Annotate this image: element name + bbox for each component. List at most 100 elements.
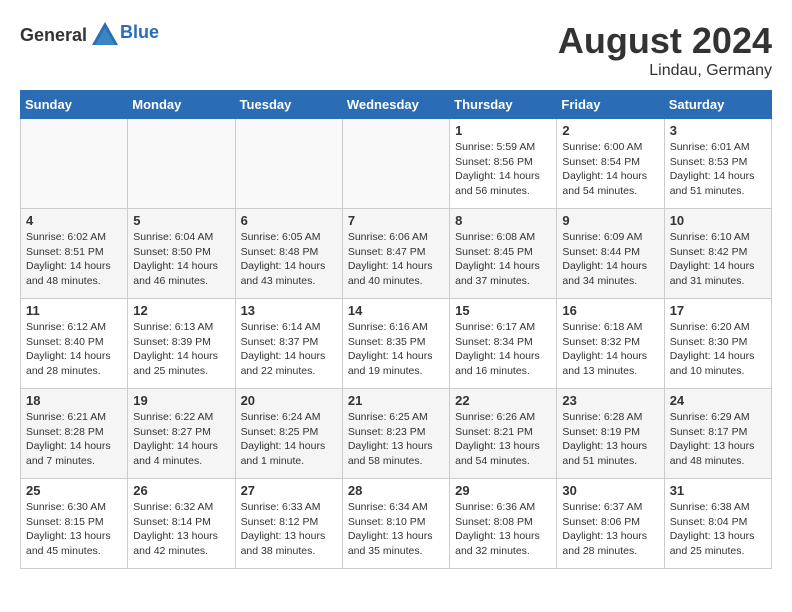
calendar-cell bbox=[235, 119, 342, 209]
day-info: Sunrise: 6:24 AM Sunset: 8:25 PM Dayligh… bbox=[241, 410, 337, 469]
calendar-cell: 28 Sunrise: 6:34 AM Sunset: 8:10 PM Dayli… bbox=[342, 479, 449, 569]
calendar-cell: 1Sunrise: 5:59 AM Sunset: 8:56 PM Daylig… bbox=[450, 119, 557, 209]
calendar-cell bbox=[128, 119, 235, 209]
day-number: 3 bbox=[670, 123, 766, 138]
day-number: 5 bbox=[133, 213, 229, 228]
day-number: 16 bbox=[562, 303, 658, 318]
calendar-cell: 2 Sunrise: 6:00 AM Sunset: 8:54 PM Daylig… bbox=[557, 119, 664, 209]
day-info: Sunrise: 6:29 AM Sunset: 8:17 PM Dayligh… bbox=[670, 410, 766, 469]
calendar-cell: 11 Sunrise: 6:12 AM Sunset: 8:40 PM Dayli… bbox=[21, 299, 128, 389]
day-info: Sunrise: 6:18 AM Sunset: 8:32 PM Dayligh… bbox=[562, 320, 658, 379]
day-info: Sunrise: 6:21 AM Sunset: 8:28 PM Dayligh… bbox=[26, 410, 122, 469]
day-number: 13 bbox=[241, 303, 337, 318]
day-number: 11 bbox=[26, 303, 122, 318]
calendar-cell: 22Sunrise: 6:26 AM Sunset: 8:21 PM Dayli… bbox=[450, 389, 557, 479]
calendar-cell: 23Sunrise: 6:28 AM Sunset: 8:19 PM Dayli… bbox=[557, 389, 664, 479]
logo-blue-text: Blue bbox=[120, 22, 159, 43]
day-info: Sunrise: 6:00 AM Sunset: 8:54 PM Dayligh… bbox=[562, 140, 658, 199]
weekday-header-tuesday: Tuesday bbox=[235, 91, 342, 119]
calendar-cell: 21Sunrise: 6:25 AM Sunset: 8:23 PM Dayli… bbox=[342, 389, 449, 479]
page-header: General Blue August 2024 Lindau, Germany bbox=[20, 20, 772, 80]
logo-general-text: General bbox=[20, 25, 87, 46]
day-number: 28 bbox=[348, 483, 444, 498]
calendar-cell: 20Sunrise: 6:24 AM Sunset: 8:25 PM Dayli… bbox=[235, 389, 342, 479]
calendar-cell: 25 Sunrise: 6:30 AM Sunset: 8:15 PM Dayli… bbox=[21, 479, 128, 569]
day-info: Sunrise: 6:13 AM Sunset: 8:39 PM Dayligh… bbox=[133, 320, 229, 379]
calendar-cell: 24 Sunrise: 6:29 AM Sunset: 8:17 PM Dayli… bbox=[664, 389, 771, 479]
calendar-cell: 29 Sunrise: 6:36 AM Sunset: 8:08 PM Dayli… bbox=[450, 479, 557, 569]
week-row-5: 25 Sunrise: 6:30 AM Sunset: 8:15 PM Dayli… bbox=[21, 479, 772, 569]
calendar-cell: 16 Sunrise: 6:18 AM Sunset: 8:32 PM Dayli… bbox=[557, 299, 664, 389]
week-row-4: 18Sunrise: 6:21 AM Sunset: 8:28 PM Dayli… bbox=[21, 389, 772, 479]
day-number: 9 bbox=[562, 213, 658, 228]
day-number: 19 bbox=[133, 393, 229, 408]
week-row-3: 11 Sunrise: 6:12 AM Sunset: 8:40 PM Dayli… bbox=[21, 299, 772, 389]
weekday-header-wednesday: Wednesday bbox=[342, 91, 449, 119]
day-number: 14 bbox=[348, 303, 444, 318]
logo-icon bbox=[90, 20, 120, 50]
day-number: 27 bbox=[241, 483, 337, 498]
day-info: Sunrise: 6:14 AM Sunset: 8:37 PM Dayligh… bbox=[241, 320, 337, 379]
day-info: Sunrise: 6:33 AM Sunset: 8:12 PM Dayligh… bbox=[241, 500, 337, 559]
day-info: Sunrise: 6:37 AM Sunset: 8:06 PM Dayligh… bbox=[562, 500, 658, 559]
day-number: 8 bbox=[455, 213, 551, 228]
calendar-cell: 8Sunrise: 6:08 AM Sunset: 8:45 PM Daylig… bbox=[450, 209, 557, 299]
calendar-cell bbox=[342, 119, 449, 209]
day-number: 23 bbox=[562, 393, 658, 408]
weekday-header-saturday: Saturday bbox=[664, 91, 771, 119]
day-number: 6 bbox=[241, 213, 337, 228]
calendar-cell: 18Sunrise: 6:21 AM Sunset: 8:28 PM Dayli… bbox=[21, 389, 128, 479]
calendar-cell: 31Sunrise: 6:38 AM Sunset: 8:04 PM Dayli… bbox=[664, 479, 771, 569]
calendar-cell: 17Sunrise: 6:20 AM Sunset: 8:30 PM Dayli… bbox=[664, 299, 771, 389]
day-number: 1 bbox=[455, 123, 551, 138]
calendar-cell: 12 Sunrise: 6:13 AM Sunset: 8:39 PM Dayli… bbox=[128, 299, 235, 389]
weekday-header-monday: Monday bbox=[128, 91, 235, 119]
day-info: Sunrise: 6:01 AM Sunset: 8:53 PM Dayligh… bbox=[670, 140, 766, 199]
day-info: Sunrise: 6:12 AM Sunset: 8:40 PM Dayligh… bbox=[26, 320, 122, 379]
day-info: Sunrise: 6:34 AM Sunset: 8:10 PM Dayligh… bbox=[348, 500, 444, 559]
day-number: 30 bbox=[562, 483, 658, 498]
day-number: 2 bbox=[562, 123, 658, 138]
day-info: Sunrise: 6:17 AM Sunset: 8:34 PM Dayligh… bbox=[455, 320, 551, 379]
calendar-cell: 4 Sunrise: 6:02 AM Sunset: 8:51 PM Daylig… bbox=[21, 209, 128, 299]
day-number: 24 bbox=[670, 393, 766, 408]
day-info: Sunrise: 6:36 AM Sunset: 8:08 PM Dayligh… bbox=[455, 500, 551, 559]
day-info: Sunrise: 6:16 AM Sunset: 8:35 PM Dayligh… bbox=[348, 320, 444, 379]
title-area: August 2024 Lindau, Germany bbox=[558, 20, 772, 80]
day-info: Sunrise: 6:10 AM Sunset: 8:42 PM Dayligh… bbox=[670, 230, 766, 289]
day-info: Sunrise: 6:09 AM Sunset: 8:44 PM Dayligh… bbox=[562, 230, 658, 289]
calendar-cell: 27 Sunrise: 6:33 AM Sunset: 8:12 PM Dayli… bbox=[235, 479, 342, 569]
day-number: 12 bbox=[133, 303, 229, 318]
month-title: August 2024 bbox=[558, 20, 772, 62]
weekday-header-friday: Friday bbox=[557, 91, 664, 119]
calendar-cell: 14 Sunrise: 6:16 AM Sunset: 8:35 PM Dayli… bbox=[342, 299, 449, 389]
day-number: 29 bbox=[455, 483, 551, 498]
calendar-table: SundayMondayTuesdayWednesdayThursdayFrid… bbox=[20, 90, 772, 569]
day-info: Sunrise: 6:04 AM Sunset: 8:50 PM Dayligh… bbox=[133, 230, 229, 289]
calendar-cell: 7Sunrise: 6:06 AM Sunset: 8:47 PM Daylig… bbox=[342, 209, 449, 299]
calendar-cell: 19 Sunrise: 6:22 AM Sunset: 8:27 PM Dayli… bbox=[128, 389, 235, 479]
week-row-1: 1Sunrise: 5:59 AM Sunset: 8:56 PM Daylig… bbox=[21, 119, 772, 209]
week-row-2: 4 Sunrise: 6:02 AM Sunset: 8:51 PM Daylig… bbox=[21, 209, 772, 299]
weekday-header-sunday: Sunday bbox=[21, 91, 128, 119]
day-number: 21 bbox=[348, 393, 444, 408]
day-info: Sunrise: 6:26 AM Sunset: 8:21 PM Dayligh… bbox=[455, 410, 551, 469]
calendar-cell: 30 Sunrise: 6:37 AM Sunset: 8:06 PM Dayli… bbox=[557, 479, 664, 569]
logo: General Blue bbox=[20, 20, 159, 50]
calendar-cell: 26Sunrise: 6:32 AM Sunset: 8:14 PM Dayli… bbox=[128, 479, 235, 569]
day-number: 15 bbox=[455, 303, 551, 318]
day-number: 25 bbox=[26, 483, 122, 498]
day-number: 26 bbox=[133, 483, 229, 498]
day-info: Sunrise: 6:02 AM Sunset: 8:51 PM Dayligh… bbox=[26, 230, 122, 289]
weekday-header-row: SundayMondayTuesdayWednesdayThursdayFrid… bbox=[21, 91, 772, 119]
day-number: 4 bbox=[26, 213, 122, 228]
calendar-cell: 9 Sunrise: 6:09 AM Sunset: 8:44 PM Daylig… bbox=[557, 209, 664, 299]
day-number: 31 bbox=[670, 483, 766, 498]
calendar-cell: 6Sunrise: 6:05 AM Sunset: 8:48 PM Daylig… bbox=[235, 209, 342, 299]
calendar-cell: 10Sunrise: 6:10 AM Sunset: 8:42 PM Dayli… bbox=[664, 209, 771, 299]
day-info: Sunrise: 6:30 AM Sunset: 8:15 PM Dayligh… bbox=[26, 500, 122, 559]
day-info: Sunrise: 6:22 AM Sunset: 8:27 PM Dayligh… bbox=[133, 410, 229, 469]
calendar-cell: 15 Sunrise: 6:17 AM Sunset: 8:34 PM Dayli… bbox=[450, 299, 557, 389]
calendar-cell: 5 Sunrise: 6:04 AM Sunset: 8:50 PM Daylig… bbox=[128, 209, 235, 299]
day-info: Sunrise: 6:06 AM Sunset: 8:47 PM Dayligh… bbox=[348, 230, 444, 289]
